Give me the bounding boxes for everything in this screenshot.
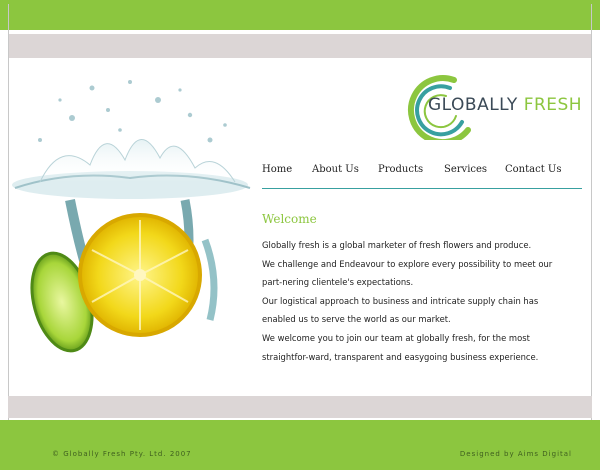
nav-home[interactable]: Home [262, 164, 292, 175]
nav-services[interactable]: Services [444, 164, 487, 175]
hero-image-lemon-splash [12, 80, 251, 353]
bottom-gray-band [8, 396, 592, 418]
footer-credit[interactable]: Designed by Aims Digital [460, 450, 572, 458]
top-green-band [0, 0, 600, 30]
body-paragraph: Globally fresh is a global marketer of f… [262, 240, 532, 250]
welcome-heading: Welcome [262, 212, 317, 226]
body-paragraph: We welcome you to join our team at globa… [262, 332, 539, 362]
nav-divider [262, 188, 582, 189]
body-paragraph: Our logistical approach to business and … [262, 295, 539, 325]
welcome-body: Globally fresh is a global marketer of f… [262, 236, 568, 366]
logo-word-fresh: FRESH [523, 95, 583, 115]
nav-contact-us[interactable]: Contact Us [505, 164, 561, 175]
logo-word-globally: GLOBALLY [428, 95, 518, 115]
footer-green-band [0, 420, 600, 470]
footer-copyright: © Globally Fresh Pty. Ltd. 2007 [52, 450, 192, 458]
main-nav: Home About Us Products Services Contact … [262, 164, 582, 184]
nav-about-us[interactable]: About Us [312, 164, 359, 175]
top-gray-band [8, 34, 592, 58]
body-paragraph: We challenge and Endeavour to explore ev… [262, 258, 553, 288]
nav-products[interactable]: Products [378, 164, 423, 175]
logo-wordmark: GLOBALLY FRESH [428, 95, 582, 115]
